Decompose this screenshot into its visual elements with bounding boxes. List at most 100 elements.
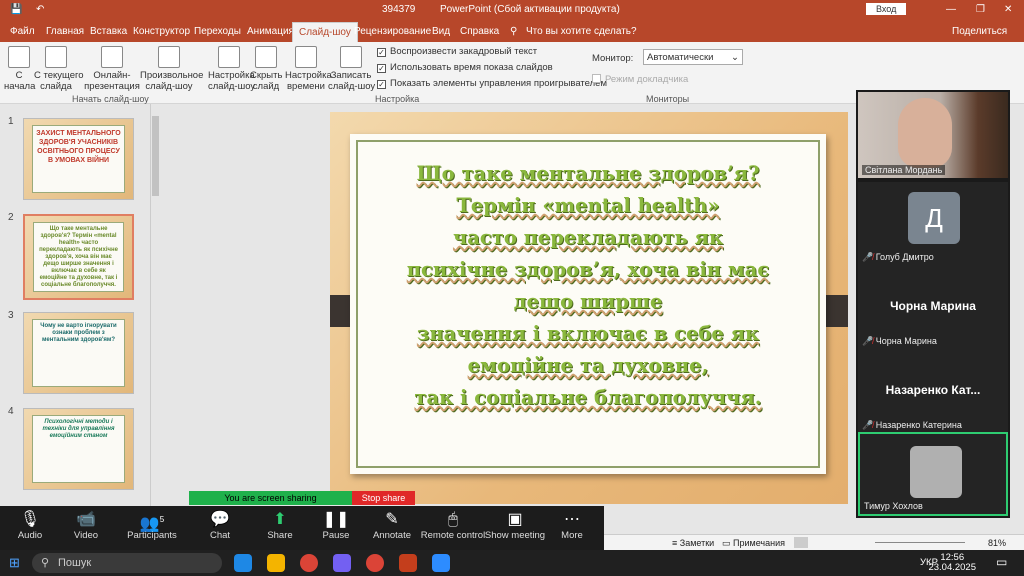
close-icon[interactable]: ✕ — [1004, 4, 1012, 15]
participants-count: 5 — [159, 515, 165, 524]
show-meeting-button[interactable]: ▣ Show meeting — [484, 510, 546, 541]
group-monitors-label: Мониторы — [646, 94, 690, 104]
checkbox-icon: ✓ — [377, 80, 386, 89]
record-button[interactable]: Записать слайд-шоу — [328, 46, 376, 92]
explorer-icon[interactable] — [267, 554, 285, 572]
maximize-icon[interactable]: ❐ — [976, 4, 985, 15]
thumbnail-slide-3[interactable]: Чому не варто ігнорувати ознаки проблем … — [23, 312, 134, 394]
audio-button[interactable]: 🎙 Audio — [0, 510, 60, 541]
pause-label: Pause — [322, 530, 350, 541]
tab-insert[interactable]: Вставка — [90, 26, 127, 37]
hide-slide-icon — [255, 46, 277, 68]
video-button[interactable]: 📹 Video — [56, 510, 116, 541]
rehearse-button[interactable]: Настройка времени — [285, 46, 332, 92]
slide-line: часто перекладають як — [452, 226, 724, 249]
hide-slide-label: Скрыть слайд — [250, 70, 283, 92]
online-label: Онлайн- презентация — [84, 70, 140, 92]
clock[interactable]: 12:56 23.04.2025 — [928, 553, 976, 573]
file-name: 394379 — [382, 4, 416, 15]
record-label: Записать слайд-шоу — [328, 70, 376, 92]
viber-icon[interactable] — [333, 554, 351, 572]
share-screen-button[interactable]: ⬆ Share — [250, 510, 310, 541]
scroll-thumb[interactable] — [152, 116, 159, 196]
thumbnail-slide-1[interactable]: ЗАХИСТ МЕНТАЛЬНОГО ЗДОРОВ'Я УЧАСНИКІВ ОС… — [23, 118, 134, 200]
windows-start-icon[interactable]: ⊞ — [9, 555, 20, 571]
edge-icon[interactable] — [234, 554, 252, 572]
participant-video — [898, 98, 952, 168]
more-button[interactable]: ⋯ More — [542, 510, 602, 541]
mic-muted-icon: 🎤̸ — [862, 336, 874, 346]
check-timings[interactable]: ✓ Использовать время показа слайдов — [377, 62, 553, 73]
stop-share-button[interactable]: Stop share — [352, 491, 415, 505]
play-current-icon — [45, 46, 67, 68]
thumb-number: 2 — [8, 212, 14, 223]
notes-icon: ≡ — [672, 538, 680, 548]
check-timings-label: Использовать время показа слайдов — [390, 62, 553, 73]
app-title: PowerPoint (Сбой активации продукта) — [440, 4, 620, 15]
thumbnail-slide-4[interactable]: Психологічні методи і техніки для управл… — [23, 408, 134, 490]
tab-animation[interactable]: Анимация — [247, 26, 294, 37]
from-start-button[interactable]: С начала — [4, 46, 35, 92]
tab-home[interactable]: Главная — [46, 26, 84, 37]
presenter-view-label: Режим докладчика — [605, 74, 689, 85]
participants-button[interactable]: 👥5 Participants — [122, 510, 182, 541]
tell-me-input[interactable]: Что вы хотите сделать? — [526, 26, 637, 37]
signin-button[interactable]: Вход — [866, 3, 907, 15]
video-tile-holub[interactable]: Д 🎤̸ Голуб Дмитро — [858, 182, 1008, 266]
setup-button[interactable]: Настройка слайд-шоу — [208, 46, 255, 92]
check-controls[interactable]: ✓ Показать элементы управления проигрыват… — [377, 78, 607, 89]
tab-file[interactable]: Файл — [10, 26, 35, 37]
slide-canvas[interactable]: Що таке ментальне здоров’я? Термін «ment… — [330, 112, 848, 504]
video-tile-nazarenko[interactable]: Назаренко Кат... 🎤̸ Назаренко Катерина — [858, 350, 1008, 434]
tab-view[interactable]: Вид — [432, 26, 450, 37]
slide-line: дещо ширше — [513, 290, 663, 313]
comments-button[interactable]: ▭ Примечания — [722, 538, 785, 549]
pause-button[interactable]: ❚❚ Pause — [306, 510, 366, 541]
save-icon[interactable]: 💾 — [10, 4, 22, 15]
tab-transitions[interactable]: Переходы — [194, 26, 241, 37]
share-button[interactable]: Поделиться — [952, 26, 1007, 37]
undo-icon[interactable]: ↶ — [36, 4, 44, 15]
custom-show-button[interactable]: Произвольное слайд-шоу — [140, 46, 203, 92]
notes-button[interactable]: ≡ Заметки — [672, 538, 714, 548]
video-tile-chorna[interactable]: Чорна Марина 🎤̸ Чорна Марина — [858, 266, 1008, 350]
chat-button[interactable]: 💬 Chat — [190, 510, 250, 541]
from-current-button[interactable]: С текущего слайда — [34, 46, 84, 92]
hide-slide-button[interactable]: Скрыть слайд — [250, 46, 282, 92]
zoom-level[interactable]: 81% — [988, 538, 1006, 548]
chrome-profile-icon[interactable] — [366, 554, 384, 572]
zoom-app-icon[interactable] — [432, 554, 450, 572]
video-tile-svitlana[interactable]: Світлана Мордань — [858, 92, 1008, 178]
zoom-slider[interactable] — [875, 542, 965, 543]
mouse-icon: 🖱 — [448, 511, 458, 528]
presenter-view-check[interactable]: Режим докладчика — [592, 74, 688, 85]
remote-control-button[interactable]: 🖱 Remote control — [418, 510, 488, 541]
participant-name-row: 🎤̸ Голуб Дмитро — [862, 252, 934, 263]
chrome-icon[interactable] — [300, 554, 318, 572]
group-setup-label: Настройка — [375, 94, 420, 104]
participant-big-name: Чорна Марина — [890, 299, 976, 313]
slide-line: емоційне та духовне, — [467, 354, 709, 377]
notification-icon[interactable]: ▭ — [996, 555, 1007, 569]
tab-slideshow[interactable]: Слайд-шоу — [292, 22, 358, 42]
avatar — [910, 446, 962, 498]
thumbnail-scrollbar[interactable] — [150, 104, 160, 520]
monitor-select[interactable]: Автоматически ⌄ — [643, 49, 743, 65]
online-button[interactable]: Онлайн- презентация — [84, 46, 140, 92]
video-tile-tymur[interactable]: Тимур Хохлов — [858, 432, 1008, 516]
check-narration[interactable]: ✓ Воспроизвести закадровый текст — [377, 46, 537, 57]
tab-review[interactable]: Рецензирование — [354, 26, 431, 37]
slide-body-text[interactable]: Що таке ментальне здоров’я? Термін «ment… — [360, 158, 816, 414]
normal-view-icon[interactable] — [794, 537, 808, 548]
slide-card: Що таке ментальне здоров’я? Термін «ment… — [350, 134, 826, 474]
tab-design[interactable]: Конструктор — [133, 26, 190, 37]
powerpoint-icon[interactable] — [399, 554, 417, 572]
thumbnail-text: Що таке ментальне здоров'я? Термін «ment… — [33, 222, 124, 292]
minimize-icon[interactable]: — — [946, 4, 956, 15]
thumbnail-slide-2[interactable]: Що таке ментальне здоров'я? Термін «ment… — [23, 214, 134, 300]
annotate-button[interactable]: ✎ Annotate — [362, 510, 422, 541]
taskbar-search[interactable]: ⚲ Пошук — [32, 553, 222, 573]
tab-help[interactable]: Справка — [460, 26, 499, 37]
camera-icon: 📹 — [76, 511, 96, 528]
setup-label: Настройка слайд-шоу — [208, 70, 256, 92]
